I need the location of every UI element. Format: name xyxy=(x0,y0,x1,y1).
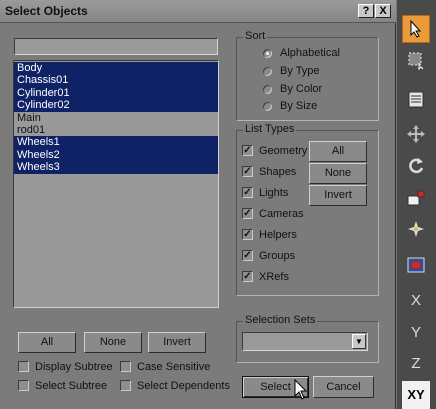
select-subtree-checkbox[interactable] xyxy=(18,380,29,391)
shapes-label: Shapes xyxy=(259,166,297,178)
cameras-checkbox[interactable]: ✓ xyxy=(242,208,253,219)
sort-alphabetical-radio[interactable] xyxy=(263,49,272,58)
sort-by-size-radio[interactable] xyxy=(263,102,272,111)
help-button[interactable]: ? xyxy=(358,4,374,18)
select-objects-dialog: Select Objects ? X Body Chassis01 Cylind… xyxy=(0,0,396,409)
list-item[interactable]: Body xyxy=(14,62,218,75)
select-invert-button[interactable]: Invert xyxy=(148,332,206,353)
sort-by-type-label: By Type xyxy=(280,65,320,77)
list-item[interactable]: Wheels3 xyxy=(14,161,218,174)
groups-checkbox[interactable]: ✓ xyxy=(242,250,253,261)
sort-by-type-radio[interactable] xyxy=(263,67,272,76)
chevron-down-icon[interactable]: ▼ xyxy=(352,334,366,349)
case-sensitive-label: Case Sensitive xyxy=(137,361,211,373)
axis-y-button[interactable]: Y xyxy=(402,319,430,347)
select-dependents-checkbox[interactable] xyxy=(120,380,131,391)
xrefs-checkbox[interactable]: ✓ xyxy=(242,271,253,282)
axis-xy-button[interactable]: XY xyxy=(402,381,430,409)
display-subtree-label: Display Subtree xyxy=(35,361,113,373)
axis-x-button[interactable]: X xyxy=(402,287,430,315)
dialog-title: Select Objects xyxy=(5,4,88,18)
list-types-all-button[interactable]: All xyxy=(309,141,367,162)
mirror-icon[interactable] xyxy=(402,251,430,279)
list-item[interactable]: Wheels2 xyxy=(14,148,218,162)
sort-alphabetical-label: Alphabetical xyxy=(280,47,340,59)
list-item[interactable]: Wheels1 xyxy=(14,136,218,149)
list-types-invert-button[interactable]: Invert xyxy=(309,185,367,206)
select-none-button[interactable]: None xyxy=(84,332,142,353)
axis-z-button[interactable]: Z xyxy=(402,350,430,378)
selection-sets-group-title: Selection Sets xyxy=(243,314,318,326)
pivot-icon[interactable] xyxy=(402,215,430,243)
helpers-label: Helpers xyxy=(259,229,297,241)
lights-checkbox[interactable]: ✓ xyxy=(242,187,253,198)
title-bar[interactable]: Select Objects ? X xyxy=(0,0,396,23)
geometry-checkbox[interactable]: ✓ xyxy=(242,145,253,156)
select-arrow-icon[interactable] xyxy=(402,15,430,43)
shapes-checkbox[interactable]: ✓ xyxy=(242,166,253,177)
list-item[interactable]: Cylinder02 xyxy=(14,99,218,112)
lights-label: Lights xyxy=(259,187,289,199)
move-icon[interactable] xyxy=(402,120,430,148)
cancel-button[interactable]: Cancel xyxy=(313,376,374,398)
display-subtree-checkbox[interactable] xyxy=(18,361,29,372)
cameras-label: Cameras xyxy=(259,208,304,220)
groups-label: Groups xyxy=(259,250,296,262)
sort-by-color-label: By Color xyxy=(280,83,323,95)
list-types-group-title: List Types xyxy=(243,123,297,135)
sort-group-title: Sort xyxy=(243,30,268,42)
select-subtree-label: Select Subtree xyxy=(35,380,108,392)
list-item[interactable]: Chassis01 xyxy=(14,74,218,87)
close-button[interactable]: X xyxy=(375,4,391,18)
select-by-name-icon[interactable] xyxy=(402,85,430,113)
xrefs-label: XRefs xyxy=(259,271,289,283)
list-types-none-button[interactable]: None xyxy=(309,163,367,184)
list-item[interactable]: Main xyxy=(14,112,218,124)
select-all-button[interactable]: All xyxy=(18,332,76,353)
sort-by-color-radio[interactable] xyxy=(263,85,272,94)
case-sensitive-checkbox[interactable] xyxy=(120,361,131,372)
name-filter-input[interactable] xyxy=(14,38,218,55)
selection-sets-dropdown[interactable]: ▼ xyxy=(242,332,368,351)
geometry-label: Geometry xyxy=(259,145,308,157)
region-select-icon[interactable] xyxy=(402,46,430,74)
mouse-cursor-icon xyxy=(294,379,308,400)
scale-icon[interactable] xyxy=(402,184,430,212)
main-toolbar: X Y Z XY xyxy=(396,0,436,409)
object-list[interactable]: Body Chassis01 Cylinder01 Cylinder02 Mai… xyxy=(13,60,219,308)
rotate-icon[interactable] xyxy=(402,152,430,180)
helpers-checkbox[interactable]: ✓ xyxy=(242,229,253,240)
list-item[interactable]: rod01 xyxy=(14,124,218,136)
select-dependents-label: Select Dependents xyxy=(137,380,230,392)
sort-by-size-label: By Size xyxy=(280,100,318,112)
list-item[interactable]: Cylinder01 xyxy=(14,86,218,100)
